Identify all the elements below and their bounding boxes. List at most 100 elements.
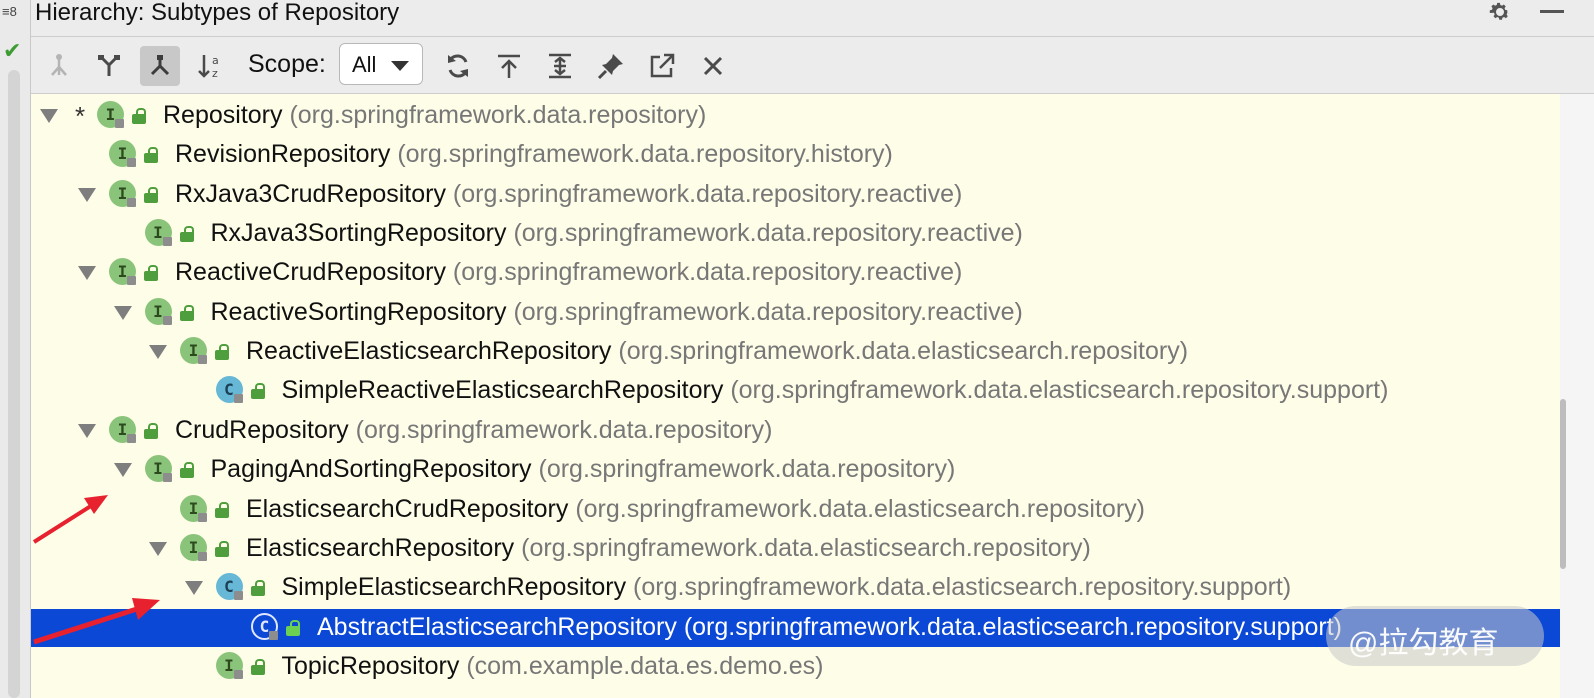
type-name: PagingAndSortingRepository <box>210 455 532 484</box>
public-access-icon <box>179 226 194 243</box>
supertypes-hierarchy-icon[interactable] <box>89 46 129 86</box>
expand-triangle-icon[interactable] <box>40 109 58 123</box>
scrollbar-thumb[interactable] <box>1560 399 1566 569</box>
expand-all-icon[interactable] <box>540 46 580 86</box>
type-name: CrudRepository <box>175 415 349 444</box>
refresh-icon[interactable] <box>438 46 478 86</box>
type-name: RxJava3SortingRepository <box>210 219 507 248</box>
tree-row-label: RxJava3SortingRepository (org.springfram… <box>211 219 1023 248</box>
expand-triangle-icon[interactable] <box>78 423 96 438</box>
readonly-lock-icon <box>233 394 243 404</box>
readonly-lock-icon <box>233 591 243 601</box>
editor-gutter: ≡8 ✔ <box>0 0 31 698</box>
package-name: (org.springframework.data.elasticsearch.… <box>575 494 1145 523</box>
expand-triangle-icon[interactable] <box>184 581 203 596</box>
tree-row-label: ElasticsearchCrudRepository (org.springf… <box>246 495 1145 524</box>
type-name: ReactiveSortingRepository <box>210 297 507 326</box>
tree-row[interactable]: C SimpleReactiveElasticsearchRepository (… <box>31 372 1560 410</box>
gear-icon[interactable] <box>1488 0 1512 24</box>
readonly-lock-icon <box>115 119 124 128</box>
check-icon: ✔ <box>3 38 22 63</box>
hierarchy-toolbar: az Scope: All <box>31 37 1594 94</box>
subtypes-hierarchy-icon[interactable] <box>140 46 180 86</box>
tree-row-label: ReactiveElasticsearchRepository (org.spr… <box>246 337 1188 366</box>
tree-row[interactable]: I PagingAndSortingRepository (org.springf… <box>31 451 1560 489</box>
tree-row[interactable]: C SimpleElasticsearchRepository (org.spri… <box>31 569 1560 607</box>
hierarchy-tree: * I Repository (org.springframework.data.r… <box>31 94 1560 698</box>
sort-alphabetically-icon[interactable]: az <box>191 46 231 86</box>
type-name: ReactiveElasticsearchRepository <box>246 337 612 366</box>
expand-triangle-icon[interactable] <box>149 541 167 556</box>
close-icon[interactable] <box>693 46 733 86</box>
type-name: SimpleReactiveElasticsearchRepository <box>281 376 724 405</box>
export-icon[interactable] <box>642 46 682 86</box>
tool-window-title: Hierarchy: Subtypes of Repository <box>35 0 400 26</box>
scope-label: Scope: <box>248 50 326 78</box>
package-name: (org.springframework.data.elasticsearch.… <box>618 337 1189 366</box>
tree-row[interactable]: I ElasticsearchRepository (org.springfram… <box>31 530 1560 568</box>
watermark: @拉勾教育 <box>1326 606 1544 666</box>
red-arrow-annotation <box>32 495 108 544</box>
gutter-scrollbar[interactable] <box>8 70 20 698</box>
focus-star-icon: * <box>75 101 86 131</box>
tree-row-label: PagingAndSortingRepository (org.springfr… <box>211 455 956 484</box>
public-access-icon <box>250 383 265 400</box>
public-access-icon <box>179 462 194 479</box>
expand-triangle-icon[interactable] <box>78 187 96 202</box>
tree-row-label: SimpleReactiveElasticsearchRepository (o… <box>282 376 1389 405</box>
expand-triangle-icon[interactable] <box>113 305 132 320</box>
type-name: Repository <box>163 101 283 129</box>
package-name: (org.springframework.data.repository) <box>355 415 773 444</box>
tree-row[interactable]: I RevisionRepository (org.springframework… <box>31 136 1560 174</box>
readonly-lock-icon <box>198 355 207 365</box>
package-name: (com.example.data.es.demo.es) <box>466 651 824 680</box>
tree-row[interactable]: I RxJava3SortingRepository (org.springfra… <box>31 215 1560 253</box>
expand-triangle-icon[interactable] <box>78 266 96 281</box>
public-access-icon <box>179 304 194 321</box>
tree-row-label: Repository (org.springframework.data.rep… <box>163 101 706 130</box>
tree-row-label: ReactiveCrudRepository (org.springframew… <box>175 258 962 287</box>
public-access-icon <box>250 580 265 597</box>
tree-row[interactable]: I ReactiveElasticsearchRepository (org.sp… <box>31 333 1560 371</box>
tree-row-label: ElasticsearchRepository (org.springframe… <box>246 534 1091 563</box>
package-name: (org.springframework.data.elasticsearch.… <box>683 612 1342 641</box>
public-access-icon <box>144 186 158 203</box>
type-name: ElasticsearchCrudRepository <box>246 494 569 523</box>
base-on-this-class-icon[interactable] <box>489 46 529 86</box>
readonly-lock-icon <box>162 237 172 247</box>
public-access-icon <box>215 540 229 557</box>
readonly-lock-icon <box>162 315 172 325</box>
readonly-lock-icon <box>127 276 136 286</box>
tool-window-header: Hierarchy: Subtypes of Repository <box>31 0 1594 37</box>
expand-triangle-icon[interactable] <box>149 345 167 360</box>
tree-row[interactable]: I RxJava3CrudRepository (org.springframew… <box>31 176 1560 214</box>
type-hierarchy-icon[interactable] <box>39 46 79 86</box>
pin-icon[interactable] <box>591 46 631 86</box>
tree-scrollbar[interactable] <box>1560 94 1594 698</box>
tree-row[interactable]: I ReactiveSortingRepository (org.springfr… <box>31 294 1560 332</box>
public-access-icon <box>144 265 158 282</box>
package-name: (org.springframework.data.repository.rea… <box>452 179 963 208</box>
type-name: AbstractElasticsearchRepository <box>317 612 677 641</box>
public-access-icon <box>132 108 146 124</box>
readonly-lock-icon <box>233 669 243 679</box>
tree-row-label: CrudRepository (org.springframework.data… <box>175 416 772 445</box>
type-name: SimpleElasticsearchRepository <box>281 573 627 602</box>
red-arrow-annotation <box>33 598 160 645</box>
public-access-icon <box>215 344 229 361</box>
tree-row[interactable]: I ReactiveCrudRepository (org.springframe… <box>31 254 1560 292</box>
tree-row[interactable]: I ElasticsearchCrudRepository (org.spring… <box>31 491 1560 529</box>
public-access-icon <box>286 619 300 636</box>
minimize-icon[interactable] <box>1540 10 1564 13</box>
scope-value: All <box>352 52 377 77</box>
readonly-lock-icon <box>198 551 207 561</box>
line-marker: ≡8 <box>2 4 17 19</box>
tree-row[interactable]: I CrudRepository (org.springframework.dat… <box>31 412 1560 450</box>
scope-dropdown[interactable]: All <box>339 43 423 85</box>
package-name: (org.springframework.data.elasticsearch.… <box>730 376 1389 405</box>
tree-row[interactable]: * I Repository (org.springframework.data.r… <box>31 97 1560 135</box>
package-name: (org.springframework.data.repository) <box>289 101 707 129</box>
expand-triangle-icon[interactable] <box>113 463 132 478</box>
tree-row[interactable]: I TopicRepository (com.example.data.es.de… <box>31 648 1560 686</box>
type-name: RxJava3CrudRepository <box>175 179 446 208</box>
